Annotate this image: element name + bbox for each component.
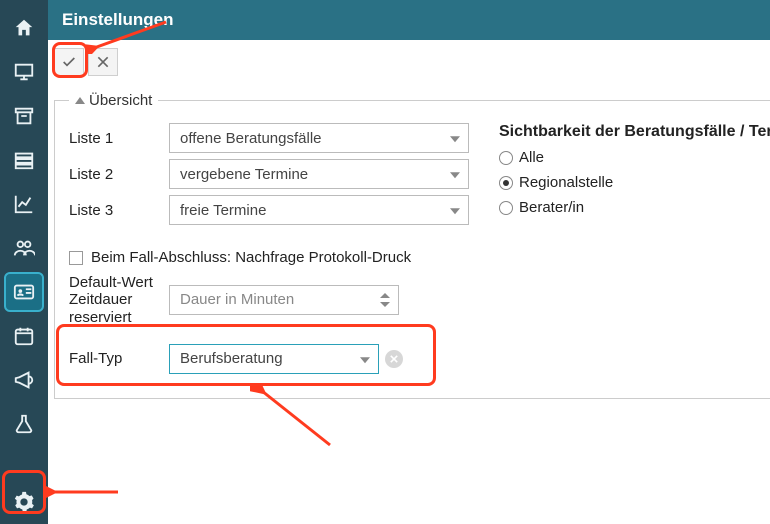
- archive-icon: [13, 105, 35, 127]
- default-duration-label: Default-Wert Zeitdauer reserviert: [69, 274, 169, 326]
- nav-inbox[interactable]: [6, 142, 42, 178]
- flask-icon: [13, 413, 35, 435]
- protokoll-checkbox-row[interactable]: Beim Fall-Abschluss: Nachfrage Protokoll…: [69, 249, 770, 266]
- default-duration-input[interactable]: Dauer in Minuten: [169, 285, 399, 315]
- nav-archive[interactable]: [6, 98, 42, 134]
- overview-panel: Übersicht Liste 1 offene Beratungsfälle …: [54, 92, 770, 399]
- collapse-icon: [75, 97, 85, 104]
- check-icon: [61, 54, 77, 70]
- page-title: Einstellungen: [62, 10, 173, 30]
- nav-flask[interactable]: [6, 406, 42, 442]
- nav-calendar[interactable]: [6, 318, 42, 354]
- nav-monitor[interactable]: [6, 54, 42, 90]
- inbox-icon: [13, 149, 35, 171]
- monitor-icon: [13, 61, 35, 83]
- radio-icon: [499, 151, 513, 165]
- protokoll-checkbox-label: Beim Fall-Abschluss: Nachfrage Protokoll…: [91, 249, 411, 266]
- chart-icon: [13, 193, 35, 215]
- radio-icon: [499, 201, 513, 215]
- cancel-button[interactable]: [88, 48, 118, 76]
- megaphone-icon: [13, 369, 35, 391]
- list1-label: Liste 1: [69, 130, 169, 147]
- close-icon: [95, 54, 111, 70]
- visibility-option-regional[interactable]: Regionalstelle: [499, 174, 770, 191]
- page-header: Einstellungen: [48, 0, 770, 40]
- list1-select[interactable]: offene Beratungsfälle: [169, 123, 469, 153]
- list2-select[interactable]: vergebene Termine: [169, 159, 469, 189]
- calendar-icon: [13, 325, 35, 347]
- visibility-option-all[interactable]: Alle: [499, 149, 770, 166]
- nav-people[interactable]: [6, 230, 42, 266]
- close-icon: [390, 355, 398, 363]
- nav-settings[interactable]: [6, 484, 42, 520]
- home-icon: [13, 17, 35, 39]
- nav-megaphone[interactable]: [6, 362, 42, 398]
- list3-label: Liste 3: [69, 202, 169, 219]
- gear-icon: [13, 491, 35, 513]
- idcard-icon: [13, 281, 35, 303]
- falltyp-select[interactable]: Berufsberatung: [169, 344, 379, 374]
- nav-home[interactable]: [6, 10, 42, 46]
- radio-icon: [499, 176, 513, 190]
- people-icon: [13, 237, 35, 259]
- nav-chart[interactable]: [6, 186, 42, 222]
- list3-select[interactable]: freie Termine: [169, 195, 469, 225]
- visibility-option-berater[interactable]: Berater/in: [499, 199, 770, 216]
- visibility-heading: Sichtbarkeit der Beratungsfälle / Termin…: [499, 123, 770, 141]
- checkbox-icon: [69, 251, 83, 265]
- list2-label: Liste 2: [69, 166, 169, 183]
- confirm-button[interactable]: [54, 48, 84, 76]
- falltyp-clear-button[interactable]: [385, 350, 403, 368]
- nav-idcard[interactable]: [6, 274, 42, 310]
- panel-legend[interactable]: Übersicht: [69, 92, 158, 109]
- falltyp-label: Fall-Typ: [69, 350, 169, 367]
